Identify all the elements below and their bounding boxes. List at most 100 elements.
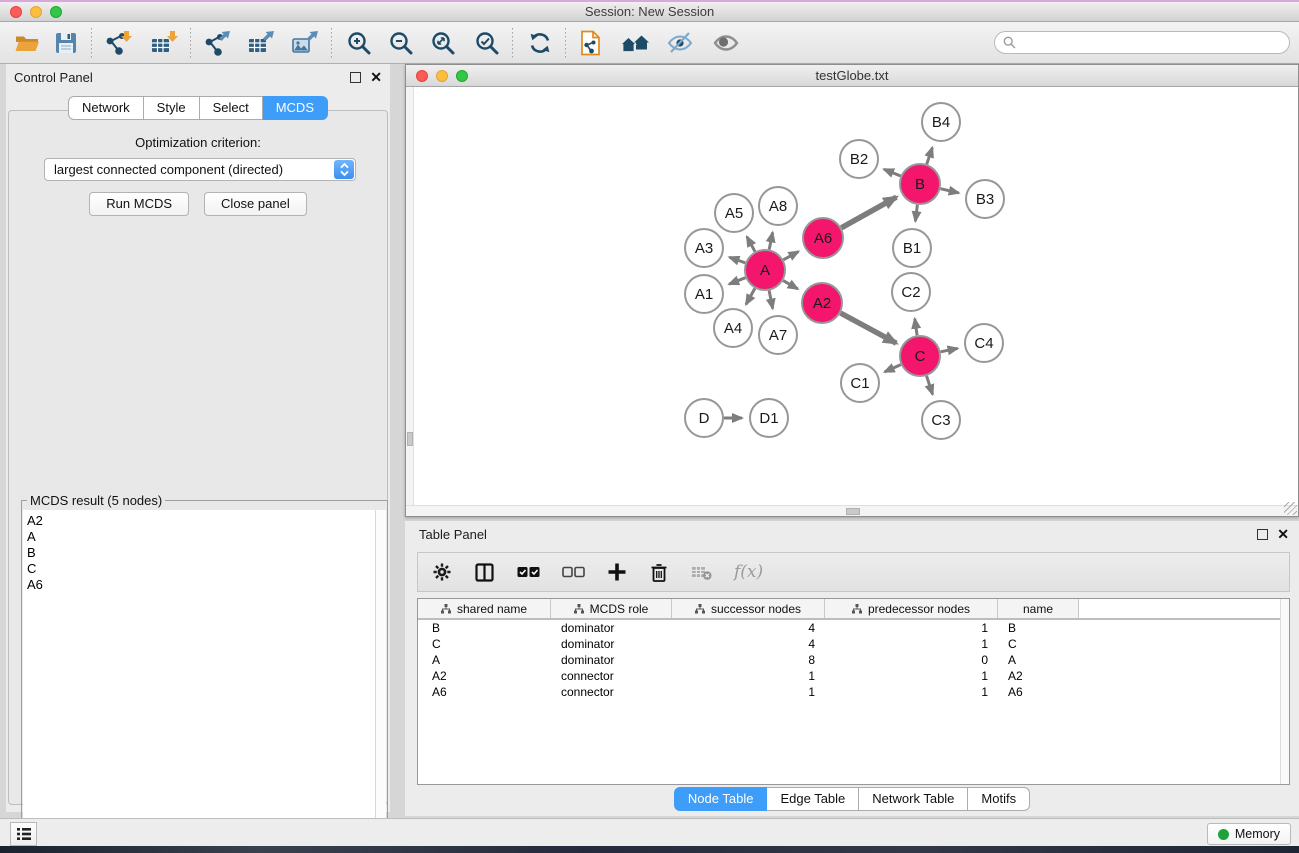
apply-layout-button[interactable]: [527, 28, 553, 58]
edge-A-A1[interactable]: [729, 278, 745, 284]
table-cell[interactable]: A6: [998, 684, 1079, 700]
table-cell[interactable]: A: [998, 652, 1079, 668]
node-A7[interactable]: A7: [759, 316, 797, 354]
table-cell[interactable]: 1: [825, 636, 998, 652]
network-canvas[interactable]: B4B2BB3A8A5A6A3B1AA1C2A2A4A7C4CC1C3DD1: [406, 87, 1298, 506]
zoom-selected-button[interactable]: [474, 28, 500, 58]
node-C4[interactable]: C4: [965, 324, 1003, 362]
table-row[interactable]: A6connector11A6: [418, 684, 1280, 700]
node-C2[interactable]: C2: [892, 273, 930, 311]
node-D1[interactable]: D1: [750, 399, 788, 437]
run-mcds-button[interactable]: Run MCDS: [89, 192, 189, 216]
deselect-all-button[interactable]: [562, 557, 585, 587]
mcds-list-scrollbar[interactable]: [375, 510, 386, 845]
export-table-button[interactable]: [247, 28, 275, 58]
edge-A-A3[interactable]: [729, 257, 745, 263]
table-cell[interactable]: dominator: [551, 636, 672, 652]
node-C[interactable]: C: [900, 336, 940, 376]
node-A5[interactable]: A5: [715, 194, 753, 232]
resize-grip[interactable]: [1284, 502, 1297, 515]
node-A4[interactable]: A4: [714, 309, 752, 347]
node-A2[interactable]: A2: [802, 283, 842, 323]
table-cell[interactable]: 1: [825, 684, 998, 700]
close-panel-button[interactable]: Close panel: [204, 192, 307, 216]
zoom-out-button[interactable]: [388, 28, 414, 58]
mcds-result-item[interactable]: B: [27, 545, 375, 561]
edge-A6-B[interactable]: [841, 197, 896, 228]
node-A1[interactable]: A1: [685, 275, 723, 313]
export-network-button[interactable]: [203, 28, 231, 58]
open-session-button[interactable]: [14, 28, 41, 58]
create-column-button[interactable]: [607, 557, 627, 587]
edge-B-B4[interactable]: [927, 148, 933, 165]
first-neighbors-button[interactable]: [620, 28, 650, 58]
hide-selected-button[interactable]: [666, 28, 694, 58]
table-cell[interactable]: connector: [551, 684, 672, 700]
mcds-result-item[interactable]: A6: [27, 577, 375, 593]
mcds-result-item[interactable]: A2: [27, 513, 375, 529]
node-A[interactable]: A: [745, 250, 785, 290]
memory-button[interactable]: Memory: [1207, 823, 1291, 845]
node-A8[interactable]: A8: [759, 187, 797, 225]
select-all-button[interactable]: [517, 557, 540, 587]
network-vertical-scrollbar[interactable]: [406, 87, 414, 506]
destroy-column-button[interactable]: [691, 557, 712, 587]
import-network-button[interactable]: [104, 28, 132, 58]
tab-select[interactable]: Select: [200, 96, 263, 120]
table-cell[interactable]: 0: [825, 652, 998, 668]
zoom-fit-button[interactable]: [430, 28, 456, 58]
table-scrollbar[interactable]: [1280, 599, 1289, 784]
table-cell[interactable]: dominator: [551, 652, 672, 668]
edge-A-A2[interactable]: [783, 281, 798, 289]
show-column-button[interactable]: [474, 557, 495, 587]
table-row[interactable]: Adominator80A: [418, 652, 1280, 668]
mcds-result-item[interactable]: C: [27, 561, 375, 577]
tab-style[interactable]: Style: [144, 96, 200, 120]
delete-columns-button[interactable]: [649, 557, 669, 587]
column-header-predecessor-nodes[interactable]: predecessor nodes: [825, 599, 998, 618]
tab-motifs[interactable]: Motifs: [968, 787, 1030, 811]
table-cell[interactable]: 1: [672, 668, 825, 684]
tab-node-table[interactable]: Node Table: [674, 787, 768, 811]
table-options-button[interactable]: [432, 557, 452, 587]
import-table-button[interactable]: [150, 28, 178, 58]
export-image-button[interactable]: [291, 28, 319, 58]
tab-network[interactable]: Network: [68, 96, 144, 120]
node-B4[interactable]: B4: [922, 103, 960, 141]
table-cell[interactable]: 1: [825, 620, 998, 636]
tab-network-table[interactable]: Network Table: [859, 787, 968, 811]
edge-A-A8[interactable]: [769, 232, 772, 249]
table-cell[interactable]: A2: [998, 668, 1079, 684]
table-cell[interactable]: C: [998, 636, 1079, 652]
edge-C-C3[interactable]: [927, 376, 933, 394]
node-B2[interactable]: B2: [840, 140, 878, 178]
column-header-MCDS-role[interactable]: MCDS role: [551, 599, 672, 618]
table-cell[interactable]: A: [418, 652, 551, 668]
edge-C-C1[interactable]: [885, 365, 901, 372]
table-cell[interactable]: 8: [672, 652, 825, 668]
node-B3[interactable]: B3: [966, 180, 1004, 218]
edge-B-B3[interactable]: [940, 189, 958, 193]
column-header-name[interactable]: name: [998, 599, 1079, 618]
table-row[interactable]: Cdominator41C: [418, 636, 1280, 652]
edge-C-C2[interactable]: [915, 319, 917, 335]
table-cell[interactable]: dominator: [551, 620, 672, 636]
float-panel-button[interactable]: [350, 72, 361, 83]
edge-B-B2[interactable]: [884, 169, 901, 176]
table-cell[interactable]: A6: [418, 684, 551, 700]
zoom-in-button[interactable]: [346, 28, 372, 58]
scroll-thumb[interactable]: [407, 432, 413, 446]
tab-mcds[interactable]: MCDS: [263, 96, 328, 120]
table-row[interactable]: Bdominator41B: [418, 620, 1280, 636]
table-cell[interactable]: 4: [672, 620, 825, 636]
column-header-successor-nodes[interactable]: successor nodes: [672, 599, 825, 618]
window-titlebar[interactable]: Session: New Session: [0, 0, 1299, 22]
network-frame-titlebar[interactable]: testGlobe.txt: [406, 65, 1298, 87]
mcds-result-list[interactable]: A2ABCA6: [23, 510, 375, 845]
scroll-thumb[interactable]: [846, 508, 860, 515]
edge-A-A5[interactable]: [747, 237, 755, 252]
node-B[interactable]: B: [900, 164, 940, 204]
optimization-criterion-select[interactable]: largest connected component (directed): [44, 158, 356, 181]
node-A3[interactable]: A3: [685, 229, 723, 267]
show-all-button[interactable]: [712, 28, 740, 58]
